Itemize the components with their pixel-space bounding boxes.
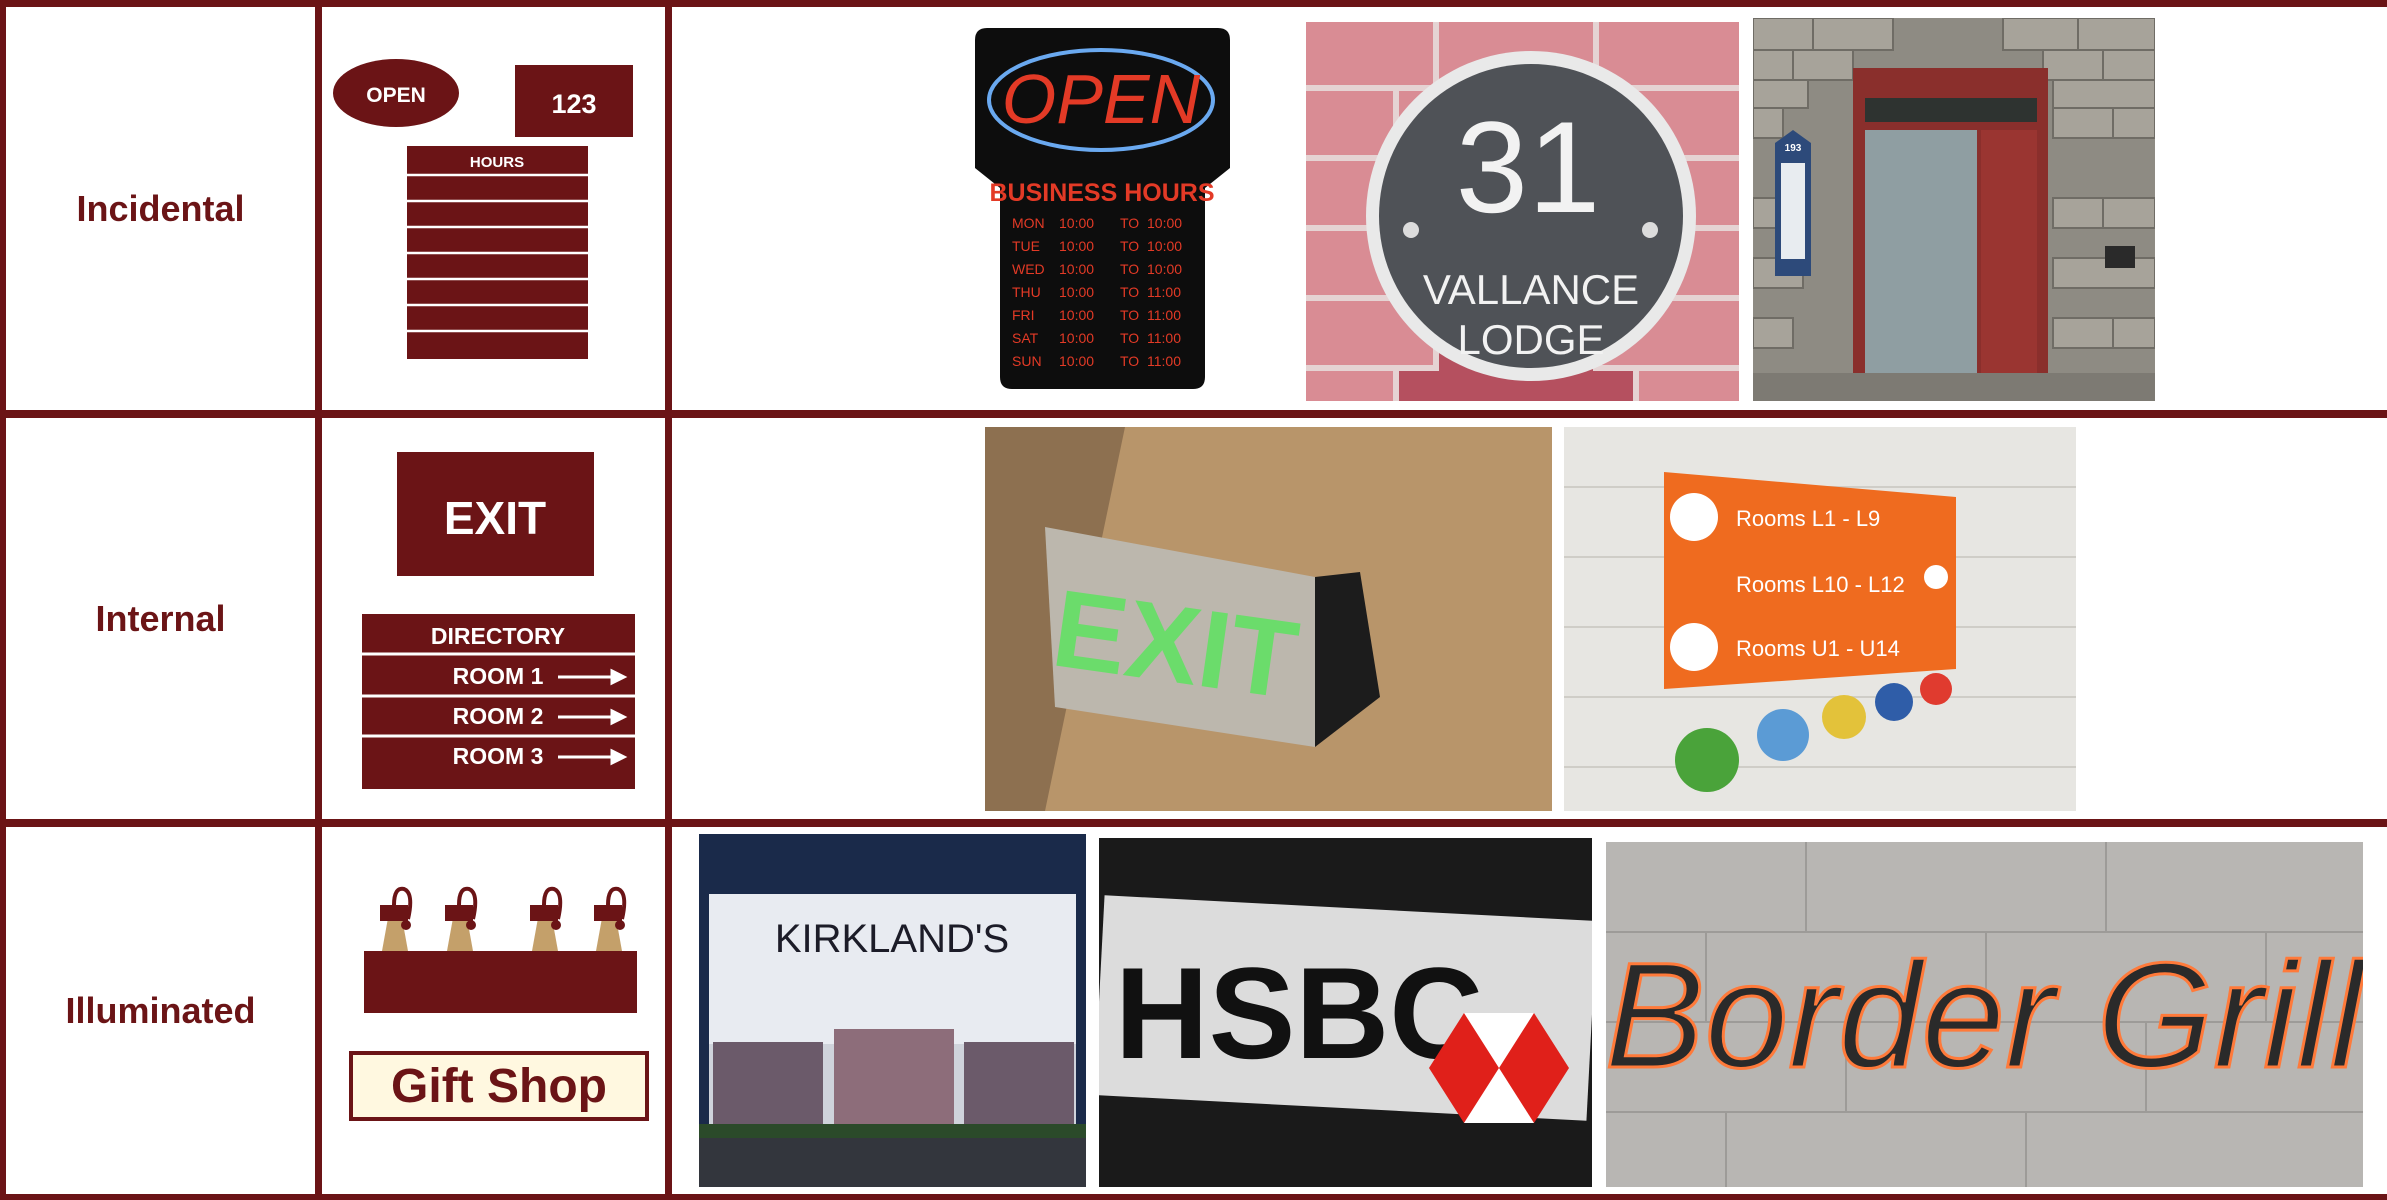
hours-from: 10:00: [1059, 215, 1094, 231]
hours-day: MON: [1012, 215, 1045, 231]
hours-board-label: HOURS: [470, 154, 524, 171]
hours-to: TO: [1120, 307, 1139, 323]
table-divider-row2: [0, 819, 2387, 827]
hours-to: TO: [1120, 353, 1139, 369]
hours-until: 10:00: [1147, 261, 1182, 277]
table-border-top: [0, 0, 2387, 7]
hours-to: TO: [1120, 284, 1139, 300]
hours-day: SUN: [1012, 353, 1042, 369]
photo-hsbc: HSBC: [1099, 838, 1592, 1187]
photo-exit-light: EXIT: [985, 427, 1552, 811]
hours-day: SAT: [1012, 330, 1039, 346]
hours-until: 11:00: [1147, 353, 1181, 369]
category-incidental: Incidental: [76, 187, 245, 229]
photo-kirklands: KIRKLAND'S: [699, 834, 1086, 1187]
svg-text:Border Grill: Border Grill: [1606, 931, 2363, 1099]
table-border-bottom: [0, 1194, 2387, 1200]
table-divider-col2: [665, 0, 672, 1200]
hours-until: 11:00: [1147, 307, 1181, 323]
svg-text:Rooms U1 - U14: Rooms U1 - U14: [1736, 636, 1900, 661]
table-divider-row1: [0, 410, 2387, 418]
hours-from: 10:00: [1059, 238, 1094, 254]
hours-from: 10:00: [1059, 353, 1094, 369]
hours-day: WED: [1012, 261, 1045, 277]
lit-sign-board-icon: [364, 951, 637, 1013]
gift-shop-label: Gift Shop: [391, 1060, 607, 1113]
svg-text:BUSINESS HOURS: BUSINESS HOURS: [989, 179, 1214, 207]
svg-text:Rooms L10 - L12: Rooms L10 - L12: [1736, 572, 1905, 597]
directory-room3: ROOM 3: [453, 743, 544, 769]
open-oval-label: OPEN: [366, 84, 426, 107]
photo-building-door: 193: [1753, 18, 2155, 401]
svg-text:KIRKLAND'S: KIRKLAND'S: [775, 917, 1009, 961]
svg-text:VALLANCE: VALLANCE: [1423, 266, 1639, 313]
hours-to: TO: [1120, 261, 1139, 277]
svg-text:LODGE: LODGE: [1457, 316, 1604, 363]
photo-house-number: 31 VALLANCE LODGE: [1306, 22, 1739, 401]
spotlight-lamps-icon: [380, 886, 627, 951]
svg-text:HSBC: HSBC: [1115, 940, 1483, 1086]
signage-table: Incidental Internal Illuminated OPEN 123…: [0, 0, 2387, 1200]
svg-text:Rooms L1 - L9: Rooms L1 - L9: [1736, 506, 1880, 531]
directory-heading: DIRECTORY: [431, 623, 565, 649]
number-plate-label: 123: [551, 89, 596, 119]
hours-until: 10:00: [1147, 238, 1182, 254]
directory-room1: ROOM 1: [453, 663, 544, 689]
svg-text:OPEN: OPEN: [1002, 60, 1201, 138]
hours-to: TO: [1120, 215, 1139, 231]
svg-text:31: 31: [1456, 94, 1601, 240]
category-illuminated: Illuminated: [65, 989, 256, 1031]
hours-day: THU: [1012, 284, 1041, 300]
hours-from: 10:00: [1059, 307, 1094, 323]
photo-open-sign: OPEN BUSINESS HOURS MON 10:00 TO 10:00 TUE 10…: [975, 28, 1230, 389]
hours-until: 11:00: [1147, 284, 1181, 300]
photo-wayfinding-sign: Rooms L1 - L9 Rooms L10 - L12 Rooms U1 -…: [1564, 427, 2076, 811]
photo-border-grill: Border Grill: [1606, 842, 2363, 1187]
internal-icons: EXIT DIRECTORY ROOM 1 ROOM 2 ROOM 3: [362, 452, 635, 789]
directory-room2: ROOM 2: [453, 703, 544, 729]
hours-from: 10:00: [1059, 261, 1094, 277]
hours-to: TO: [1120, 238, 1139, 254]
hours-until: 10:00: [1147, 215, 1182, 231]
hours-until: 11:00: [1147, 330, 1181, 346]
hours-to: TO: [1120, 330, 1139, 346]
exit-sign-label: EXIT: [444, 492, 546, 544]
table-divider-col1: [315, 0, 322, 1200]
svg-text:193: 193: [1785, 143, 1802, 154]
hours-day: FRI: [1012, 307, 1035, 323]
hours-from: 10:00: [1059, 330, 1094, 346]
category-internal: Internal: [95, 597, 226, 639]
hours-from: 10:00: [1059, 284, 1094, 300]
incidental-icons: OPEN 123 HOURS: [333, 59, 633, 359]
illuminated-icons: Gift Shop: [349, 886, 649, 1121]
hours-day: TUE: [1012, 238, 1040, 254]
